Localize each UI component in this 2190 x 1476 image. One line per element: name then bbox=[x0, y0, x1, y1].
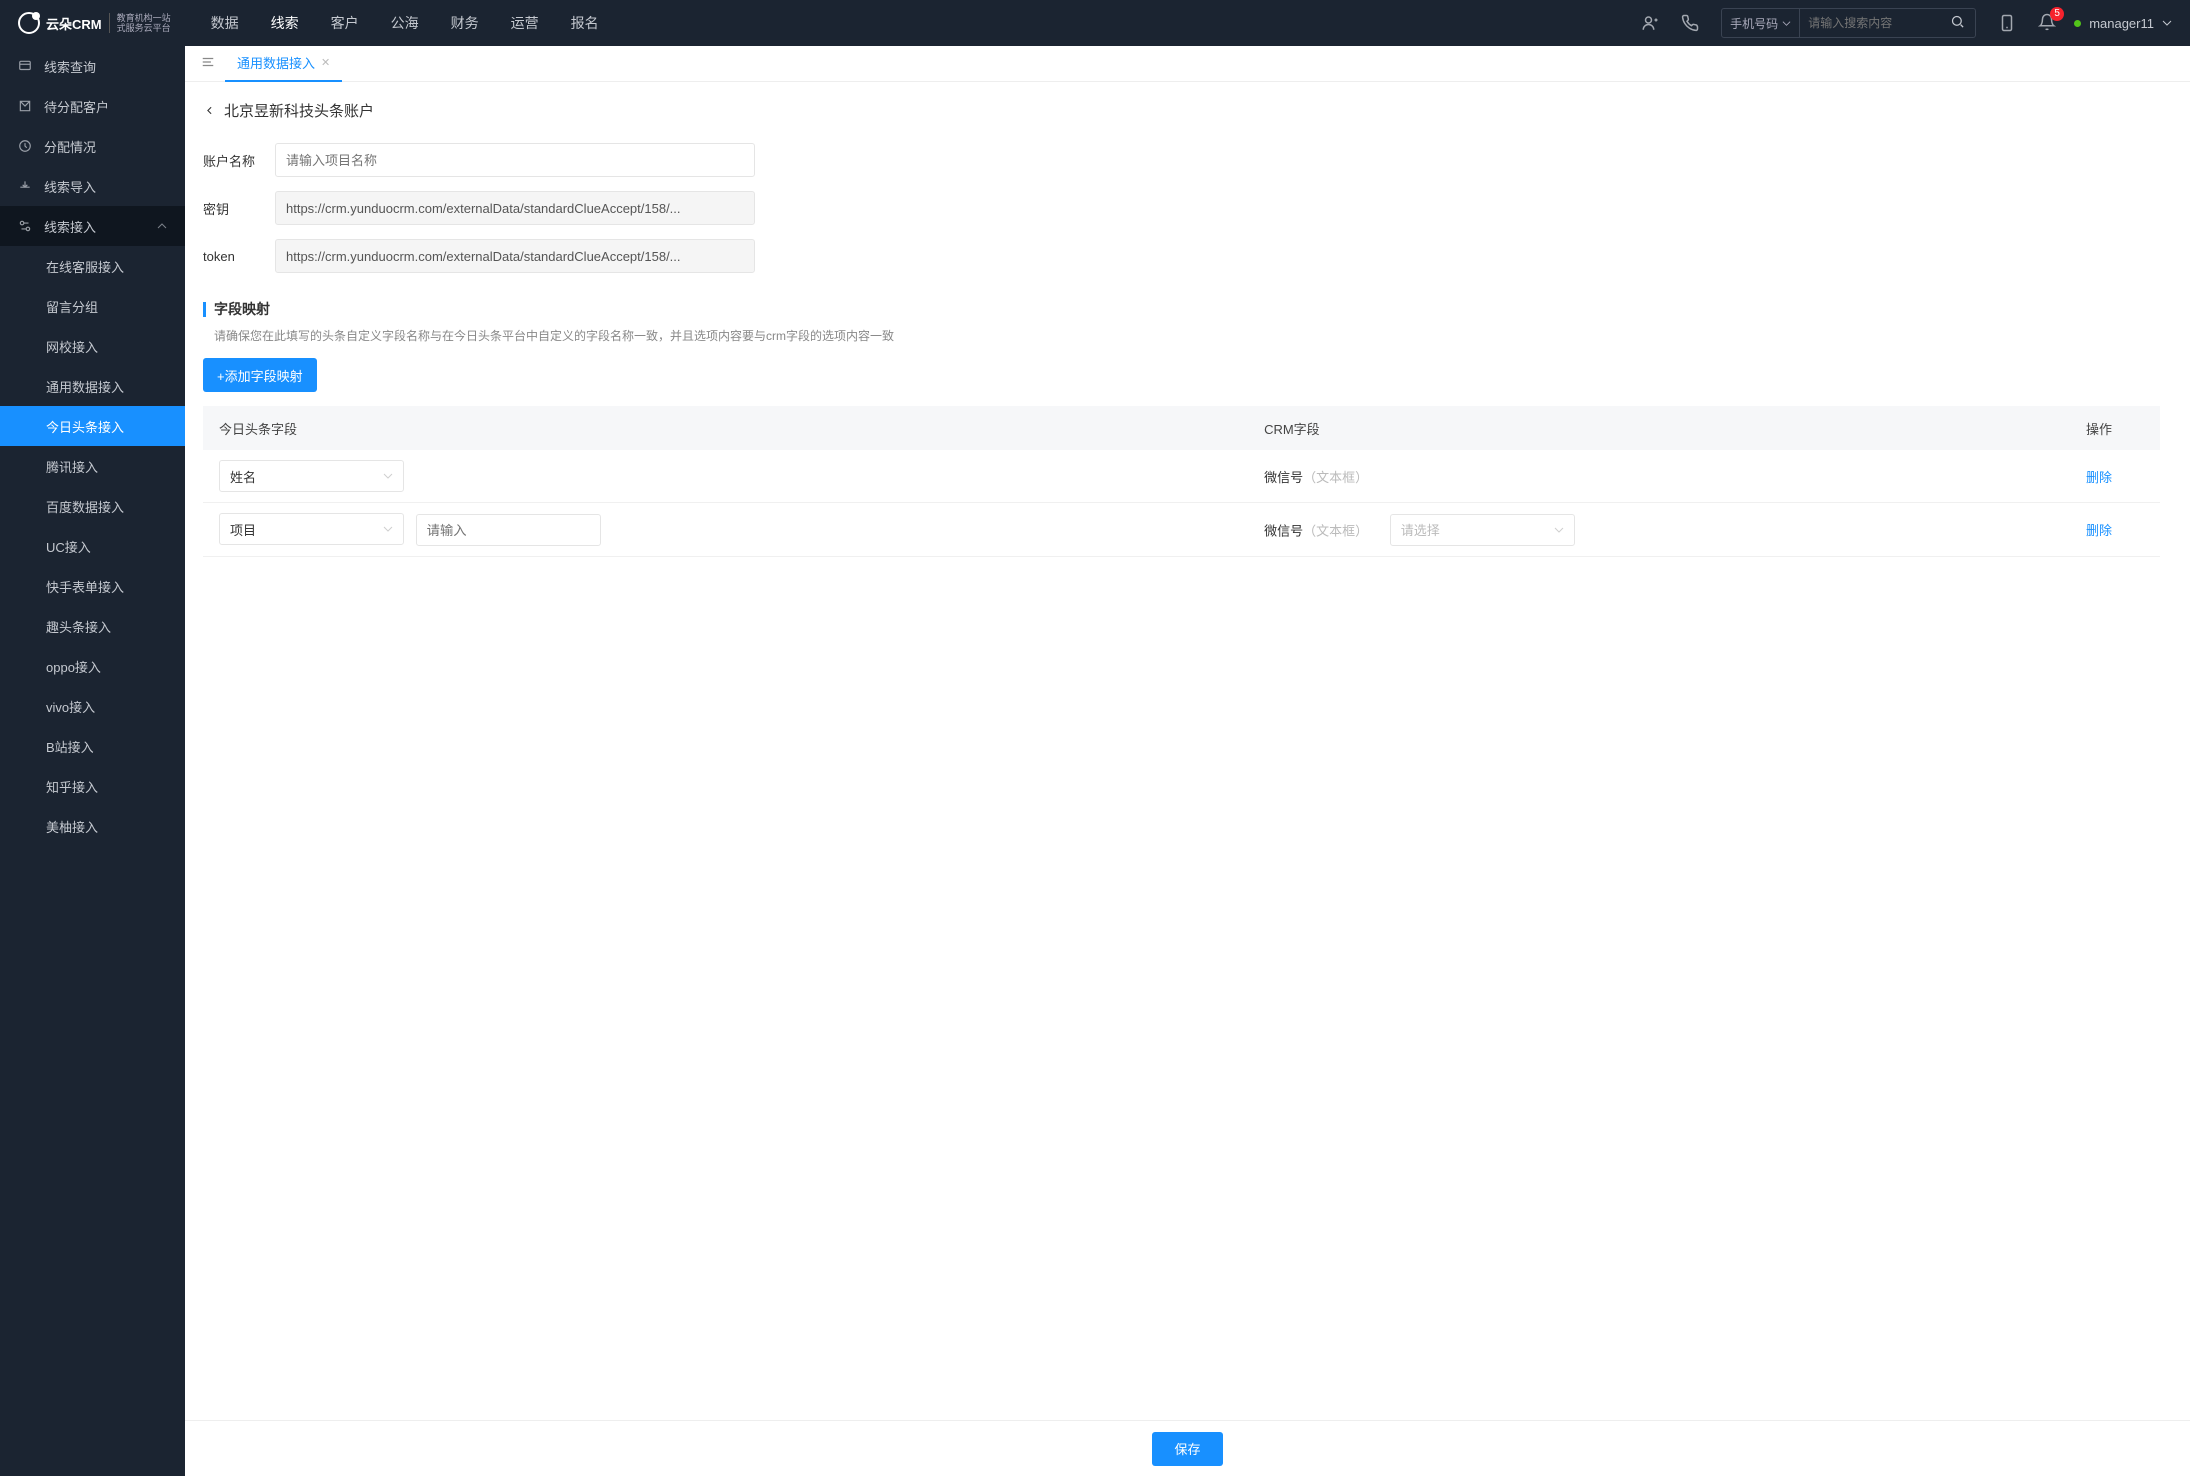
nav-item-3[interactable]: 公海 bbox=[391, 13, 419, 33]
logo-subtitle: 教育机构一站式服务云平台 bbox=[109, 13, 171, 33]
sidebar-item-1[interactable]: 待分配客户 bbox=[0, 86, 185, 126]
mobile-icon[interactable] bbox=[1998, 14, 2016, 32]
sidebar-sub-7[interactable]: UC接入 bbox=[0, 526, 185, 566]
sidebar-icon bbox=[18, 99, 32, 113]
topbar: 云朵CRM 教育机构一站式服务云平台 数据 线索 客户 公海 财务 运营 报名 手机号码 bbox=[0, 0, 2190, 46]
page-title: 北京昱新科技头条账户 bbox=[224, 100, 374, 121]
crm-field-label: 微信号 bbox=[1264, 470, 1303, 485]
table-header: 操作 bbox=[2070, 406, 2160, 450]
mapping-table: 今日头条字段CRM字段操作 姓名微信号（文本框）删除项目 微信号（文本框） 请选… bbox=[203, 406, 2160, 557]
section-bar-icon bbox=[203, 302, 206, 317]
back-icon[interactable] bbox=[203, 104, 216, 117]
sidebar-sub-8[interactable]: 快手表单接入 bbox=[0, 566, 185, 606]
search-button[interactable] bbox=[1940, 14, 1975, 32]
table-header: 今日头条字段 bbox=[203, 406, 1248, 450]
tab-close-icon[interactable]: ✕ bbox=[321, 56, 330, 69]
username: manager11 bbox=[2089, 16, 2154, 31]
sidebar-sub-3[interactable]: 通用数据接入 bbox=[0, 366, 185, 406]
input-account-name[interactable] bbox=[275, 143, 755, 177]
user-menu[interactable]: manager11 bbox=[2074, 16, 2172, 31]
sidebar-icon bbox=[18, 179, 32, 193]
input-token[interactable] bbox=[275, 239, 755, 273]
save-button[interactable]: 保存 bbox=[1152, 1432, 1222, 1466]
search-box: 手机号码 bbox=[1721, 8, 1976, 38]
nav-item-5[interactable]: 运营 bbox=[511, 13, 539, 33]
sidebar-icon bbox=[18, 219, 32, 233]
sidebar-sub-13[interactable]: 知乎接入 bbox=[0, 766, 185, 806]
delete-link[interactable]: 删除 bbox=[2086, 470, 2112, 485]
sidebar-sub-11[interactable]: vivo接入 bbox=[0, 686, 185, 726]
chevron-down-icon bbox=[383, 471, 393, 481]
status-dot-icon bbox=[2074, 20, 2081, 27]
top-nav: 数据 线索 客户 公海 财务 运营 报名 bbox=[211, 13, 599, 33]
tt-field-select[interactable]: 姓名 bbox=[219, 460, 404, 492]
nav-item-2[interactable]: 客户 bbox=[331, 13, 359, 33]
tt-field-input[interactable] bbox=[416, 514, 601, 546]
crm-field-hint: （文本框） bbox=[1303, 523, 1368, 538]
breadcrumb: 北京昱新科技头条账户 bbox=[203, 100, 2160, 121]
search-input[interactable] bbox=[1800, 16, 1940, 30]
table-row: 姓名 微信号（文本框） 删除 bbox=[203, 450, 2160, 503]
sidebar-sub-14[interactable]: 美柚接入 bbox=[0, 806, 185, 846]
notification-badge: 5 bbox=[2050, 7, 2064, 21]
logo[interactable]: 云朵CRM 教育机构一站式服务云平台 bbox=[18, 12, 171, 34]
sidebar-item-2[interactable]: 分配情况 bbox=[0, 126, 185, 166]
section-hint: 请确保您在此填写的头条自定义字段名称与在今日头条平台中自定义的字段名称一致，并且… bbox=[203, 327, 2160, 344]
tab-bar: 通用数据接入 ✕ bbox=[185, 46, 2190, 82]
content: 北京昱新科技头条账户 账户名称 密钥 token 字段映射 bbox=[185, 82, 2190, 1420]
logo-text: 云朵CRM bbox=[46, 14, 102, 33]
sidebar-sub-1[interactable]: 留言分组 bbox=[0, 286, 185, 326]
input-secret[interactable] bbox=[275, 191, 755, 225]
chevron-down-icon bbox=[383, 524, 393, 534]
sidebar-item-4[interactable]: 线索接入 bbox=[0, 206, 185, 246]
tab-general-data[interactable]: 通用数据接入 ✕ bbox=[225, 46, 342, 82]
section-title: 字段映射 bbox=[203, 299, 2160, 319]
tt-field-select[interactable]: 项目 bbox=[219, 513, 404, 545]
label-token: token bbox=[203, 249, 275, 264]
sidebar-item-0[interactable]: 线索查询 bbox=[0, 46, 185, 86]
sidebar: 线索查询待分配客户分配情况线索导入线索接入在线客服接入留言分组网校接入通用数据接… bbox=[0, 46, 185, 1476]
add-mapping-button[interactable]: +添加字段映射 bbox=[203, 358, 317, 392]
label-account-name: 账户名称 bbox=[203, 151, 275, 170]
phone-icon[interactable] bbox=[1681, 14, 1699, 32]
chevron-down-icon bbox=[1554, 525, 1564, 535]
sidebar-sub-4[interactable]: 今日头条接入 bbox=[0, 406, 185, 446]
footer: 保存 bbox=[185, 1420, 2190, 1476]
sidebar-sub-6[interactable]: 百度数据接入 bbox=[0, 486, 185, 526]
user-add-icon[interactable] bbox=[1641, 14, 1659, 32]
sidebar-sub-12[interactable]: B站接入 bbox=[0, 726, 185, 766]
delete-link[interactable]: 删除 bbox=[2086, 523, 2112, 538]
crm-field-select[interactable]: 请选择 bbox=[1390, 514, 1575, 546]
tab-label: 通用数据接入 bbox=[237, 53, 315, 72]
tab-menu-icon[interactable] bbox=[191, 55, 225, 72]
sidebar-icon bbox=[18, 59, 32, 73]
chevron-icon bbox=[157, 221, 167, 231]
label-secret: 密钥 bbox=[203, 199, 275, 218]
table-row: 项目 微信号（文本框） 请选择 删除 bbox=[203, 503, 2160, 557]
sidebar-icon bbox=[18, 139, 32, 153]
search-type-select[interactable]: 手机号码 bbox=[1722, 9, 1800, 37]
sidebar-sub-10[interactable]: oppo接入 bbox=[0, 646, 185, 686]
crm-field-label: 微信号 bbox=[1264, 523, 1303, 538]
main: 通用数据接入 ✕ 北京昱新科技头条账户 账户名称 密钥 t bbox=[185, 46, 2190, 1476]
sidebar-sub-5[interactable]: 腾讯接入 bbox=[0, 446, 185, 486]
sidebar-sub-9[interactable]: 趣头条接入 bbox=[0, 606, 185, 646]
nav-item-4[interactable]: 财务 bbox=[451, 13, 479, 33]
nav-item-0[interactable]: 数据 bbox=[211, 13, 239, 33]
chevron-down-icon bbox=[2162, 18, 2172, 28]
nav-item-1[interactable]: 线索 bbox=[271, 13, 299, 33]
table-header: CRM字段 bbox=[1248, 406, 2070, 450]
sidebar-sub-0[interactable]: 在线客服接入 bbox=[0, 246, 185, 286]
sidebar-item-3[interactable]: 线索导入 bbox=[0, 166, 185, 206]
sidebar-sub-2[interactable]: 网校接入 bbox=[0, 326, 185, 366]
crm-field-hint: （文本框） bbox=[1303, 470, 1368, 485]
nav-item-6[interactable]: 报名 bbox=[571, 13, 599, 33]
notification-bell[interactable]: 5 bbox=[2038, 13, 2056, 34]
logo-icon bbox=[18, 12, 40, 34]
